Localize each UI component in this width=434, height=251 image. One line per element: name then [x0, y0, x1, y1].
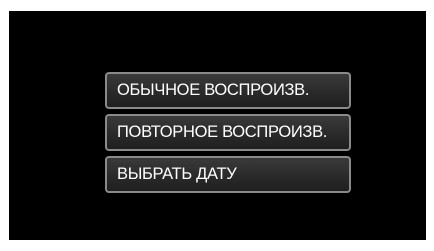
select-date-button[interactable]: ВЫБРАТЬ ДАТУ [105, 156, 351, 193]
camera-screen: ОБЫЧНОЕ ВОСПРОИЗВ. ПОВТОРНОЕ ВОСПРОИЗВ. … [9, 11, 426, 240]
repeat-playback-button[interactable]: ПОВТОРНОЕ ВОСПРОИЗВ. [105, 114, 351, 151]
playback-menu: ОБЫЧНОЕ ВОСПРОИЗВ. ПОВТОРНОЕ ВОСПРОИЗВ. … [105, 72, 351, 193]
normal-playback-button[interactable]: ОБЫЧНОЕ ВОСПРОИЗВ. [105, 72, 351, 109]
